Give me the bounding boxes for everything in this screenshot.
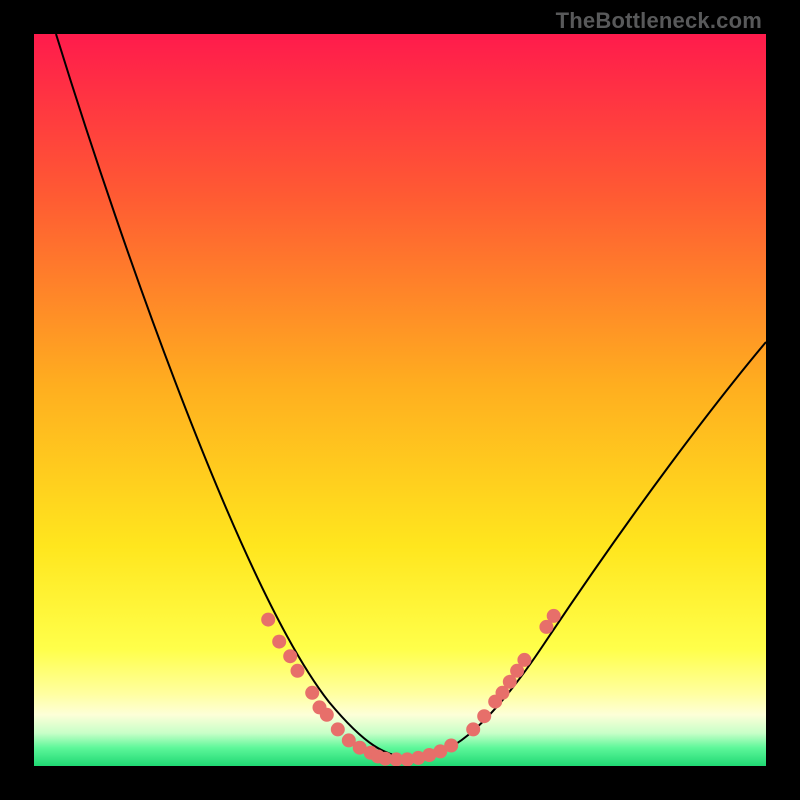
data-marker — [305, 686, 319, 700]
data-marker — [283, 649, 297, 663]
plot-area — [34, 34, 766, 766]
chart-container: TheBottleneck.com — [0, 0, 800, 800]
bottleneck-curve — [56, 34, 766, 758]
data-marker — [517, 653, 531, 667]
data-marker — [547, 609, 561, 623]
data-marker — [477, 709, 491, 723]
data-marker — [331, 722, 345, 736]
data-markers — [261, 609, 561, 766]
data-marker — [444, 739, 458, 753]
curve-layer — [34, 34, 766, 766]
data-marker — [261, 613, 275, 627]
data-marker — [466, 722, 480, 736]
data-marker — [272, 635, 286, 649]
data-marker — [291, 664, 305, 678]
watermark-label: TheBottleneck.com — [556, 8, 762, 34]
data-marker — [320, 708, 334, 722]
